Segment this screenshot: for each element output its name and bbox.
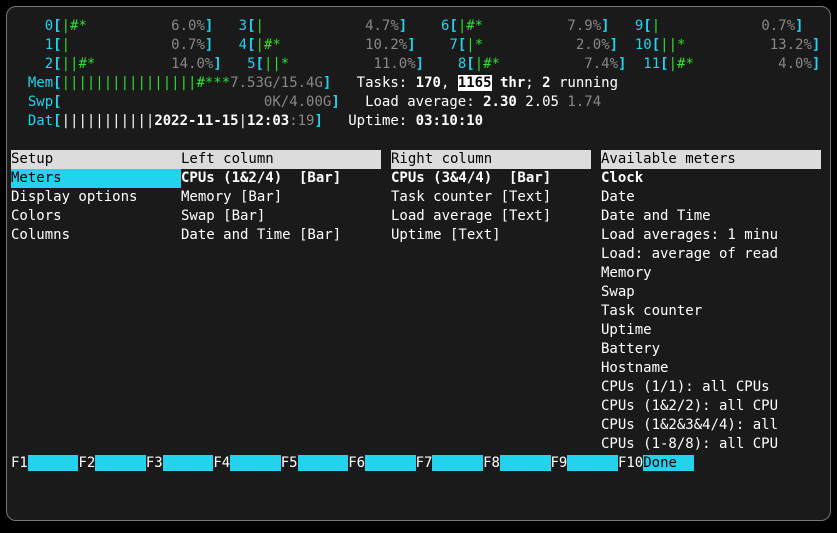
setup-menu-item-meters[interactable]: Meters — [11, 169, 181, 188]
cpu-meter-row: 2[||#* 14.0%] 5[||* 11.0%] 8[|#* 7.4%] 1… — [11, 55, 826, 74]
setup-menu-item[interactable]: Columns — [11, 227, 70, 243]
fkey-4[interactable]: F4 — [213, 455, 230, 471]
available-meters-panel[interactable]: Available meters Clock Date Date and Tim… — [601, 150, 826, 454]
left-column-item[interactable]: Swap [Bar] — [181, 208, 265, 224]
swap-and-load-row: Swp[ 0K/4.00G] Load average: 2.30 2.05 1… — [11, 93, 826, 112]
available-meters-item[interactable]: CPUs (1&2/2): all CPU — [601, 398, 778, 414]
available-meters-item[interactable]: Battery — [601, 341, 660, 357]
left-column-item[interactable]: Memory [Bar] — [181, 189, 282, 205]
right-column-item[interactable]: Load average [Text] — [391, 208, 551, 224]
setup-menu-title: Setup — [11, 150, 181, 169]
right-column-item[interactable]: Uptime [Text] — [391, 227, 501, 243]
right-column-item[interactable]: CPUs (3&4/4) [Bar] — [391, 170, 551, 186]
left-column-item[interactable]: CPUs (1&2/4) [Bar] — [181, 170, 341, 186]
available-meters-item[interactable]: CPUs (1-8/8): all CPU — [601, 436, 778, 452]
available-meters-title: Available meters — [601, 150, 821, 169]
fkey-10[interactable]: F10 — [618, 455, 643, 471]
cpu-meter-row: 0[|#* 6.0%] 3[| 4.7%] 6[|#* 7.9%] 9[| 0.… — [11, 17, 826, 36]
left-column-title: Left column — [181, 150, 381, 169]
fkey-8[interactable]: F8 — [483, 455, 500, 471]
available-meters-item[interactable]: Load: average of read — [601, 246, 778, 262]
setup-menu-item[interactable]: Colors — [11, 208, 62, 224]
available-meters-item[interactable]: Uptime — [601, 322, 652, 338]
function-key-bar[interactable]: F1 F2 F3 F4 F5 F6 F7 F8 F9 F10Done — [11, 454, 826, 473]
fkey-1[interactable]: F1 — [11, 455, 28, 471]
mem-and-tasks-row: Mem[||||||||||||||||#***7.53G/15.4G] Tas… — [11, 74, 826, 93]
available-meters-item[interactable]: Clock — [601, 170, 643, 186]
cpu-meter-row: 1[| 0.7%] 4[|#* 10.2%] 7[|* 2.0%] 10[||*… — [11, 36, 826, 55]
fkey-6[interactable]: F6 — [348, 455, 365, 471]
available-meters-item[interactable]: Swap — [601, 284, 635, 300]
fkey-2[interactable]: F2 — [78, 455, 95, 471]
setup-menu[interactable]: Setup Meters Display options Colors Colu… — [11, 150, 181, 454]
available-meters-item[interactable]: CPUs (1/1): all CPUs — [601, 379, 770, 395]
fkey-9[interactable]: F9 — [551, 455, 568, 471]
date-and-uptime-row: Dat[|||||||||||2022-11-15|12:03:19] Upti… — [11, 112, 826, 131]
fkey-3[interactable]: F3 — [146, 455, 163, 471]
blank-row — [11, 131, 826, 150]
available-meters-item[interactable]: Memory — [601, 265, 652, 281]
fkey-7[interactable]: F7 — [416, 455, 433, 471]
fkey-5[interactable]: F5 — [281, 455, 298, 471]
right-column-item[interactable]: Task counter [Text] — [391, 189, 551, 205]
available-meters-item[interactable]: Load averages: 1 minu — [601, 227, 778, 243]
available-meters-item[interactable]: Task counter — [601, 303, 702, 319]
fkey-done-label: Done — [643, 455, 694, 471]
right-column-panel[interactable]: Right column CPUs (3&4/4) [Bar] Task cou… — [391, 150, 601, 454]
left-column-item[interactable]: Date and Time [Bar] — [181, 227, 341, 243]
setup-menu-item[interactable]: Display options — [11, 189, 137, 205]
left-column-panel[interactable]: Left column CPUs (1&2/4) [Bar] Memory [B… — [181, 150, 391, 454]
right-column-title: Right column — [391, 150, 591, 169]
available-meters-item[interactable]: Hostname — [601, 360, 668, 376]
available-meters-item[interactable]: Date — [601, 189, 635, 205]
available-meters-item[interactable]: CPUs (1&2&3&4/4): all — [601, 417, 778, 433]
available-meters-item[interactable]: Date and Time — [601, 208, 711, 224]
